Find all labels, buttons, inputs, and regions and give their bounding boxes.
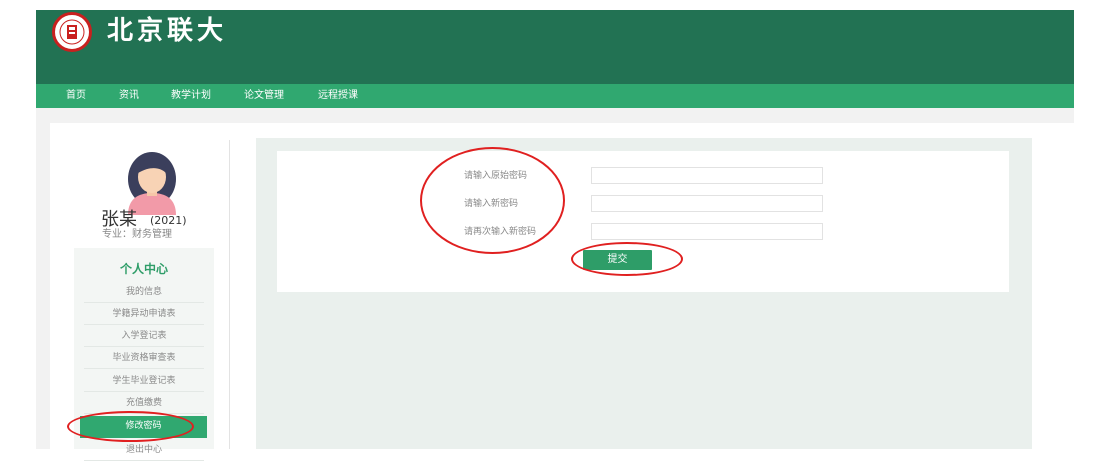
sidebar-item-status-change[interactable]: 学籍异动申请表 xyxy=(84,304,204,325)
sidebar-item-enrollment[interactable]: 入学登记表 xyxy=(84,326,204,347)
nav-item-home[interactable]: 首页 xyxy=(66,84,86,108)
confirm-password-input[interactable] xyxy=(591,223,823,240)
avatar-icon xyxy=(128,152,176,215)
new-password-input[interactable] xyxy=(591,195,823,212)
nav-item-thesis[interactable]: 论文管理 xyxy=(244,84,284,108)
user-major: 专业：财务管理 xyxy=(102,229,172,240)
sidebar-menu-title: 个人中心 xyxy=(119,262,168,276)
university-logo[interactable] xyxy=(52,12,92,52)
nav-item-news[interactable]: 资讯 xyxy=(119,84,139,108)
column-divider xyxy=(229,140,230,449)
confirm-password-label: 请再次输入新密码 xyxy=(464,227,537,237)
logo-seal-icon xyxy=(59,19,85,45)
sidebar-item-exit[interactable]: 退出中心 xyxy=(84,440,204,461)
submit-button[interactable]: 提交 xyxy=(583,250,652,270)
nav-item-remote-class[interactable]: 远程授课 xyxy=(318,84,358,108)
sidebar-item-graduation-review[interactable]: 毕业资格审查表 xyxy=(84,348,204,369)
nav-item-teaching-plan[interactable]: 教学计划 xyxy=(171,84,211,108)
new-password-label: 请输入新密码 xyxy=(464,199,519,209)
sidebar-item-change-password[interactable]: 修改密码 xyxy=(80,416,207,438)
old-password-input[interactable] xyxy=(591,167,823,184)
sidebar-item-graduation-register[interactable]: 学生毕业登记表 xyxy=(84,371,204,392)
sidebar-item-payment[interactable]: 充值缴费 xyxy=(84,393,204,414)
old-password-label: 请输入原始密码 xyxy=(464,171,528,181)
site-title[interactable]: 北京联大 xyxy=(107,14,227,48)
sidebar-item-my-info[interactable]: 我的信息 xyxy=(84,282,204,303)
main-nav: 首页 资讯 教学计划 论文管理 远程授课 xyxy=(36,84,1074,108)
